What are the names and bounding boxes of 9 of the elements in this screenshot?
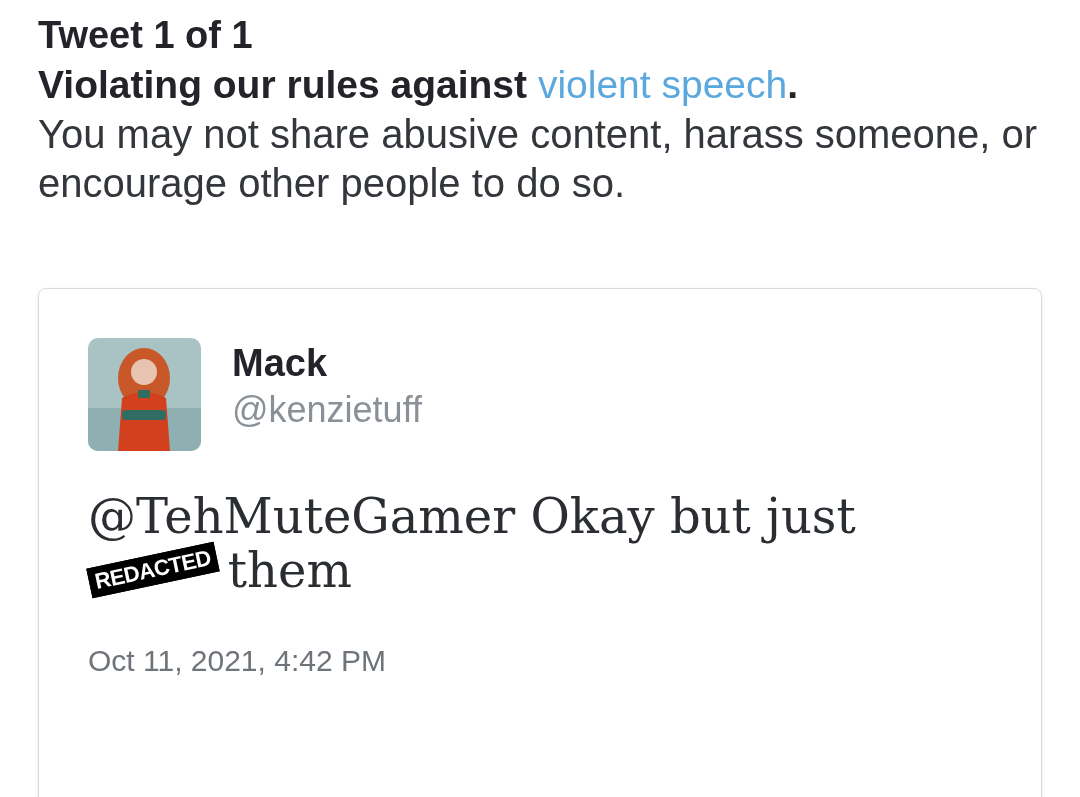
tweet-timestamp: Oct 11, 2021, 4:42 PM — [88, 643, 387, 679]
tweet-text: @TehMuteGamer Okay but just — [88, 489, 857, 543]
rule-link[interactable]: violent speech — [537, 63, 788, 106]
tweet-text: them — [227, 543, 352, 597]
rule-description: You may not share abusive content, harass someone, or encourage other people to do so. — [38, 111, 1038, 207]
author-handle: @kenzietuff — [232, 388, 422, 432]
notice-heading: Tweet 1 of 1 — [38, 13, 254, 58]
author-name: Mack — [232, 341, 329, 386]
rule-title: Violating our rules against violent speech. — [38, 62, 800, 108]
